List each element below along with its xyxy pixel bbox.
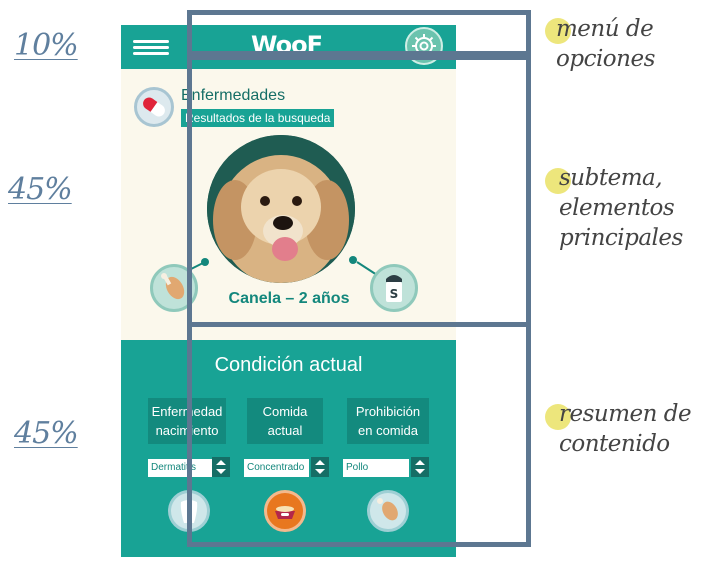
percent-label-middle: 45%	[8, 172, 73, 207]
region-subtopic-box	[187, 55, 531, 327]
percent-label-bottom: 45%	[14, 416, 79, 451]
percent-label-top: 10%	[14, 28, 79, 63]
annotation-summary: resumen de contenido	[559, 401, 692, 457]
annotation-subtopic: subtema, elementos principales	[559, 165, 683, 251]
annotation-menu: menú de opciones	[556, 16, 655, 72]
region-menu-box	[187, 10, 531, 56]
region-summary-box	[187, 322, 531, 547]
